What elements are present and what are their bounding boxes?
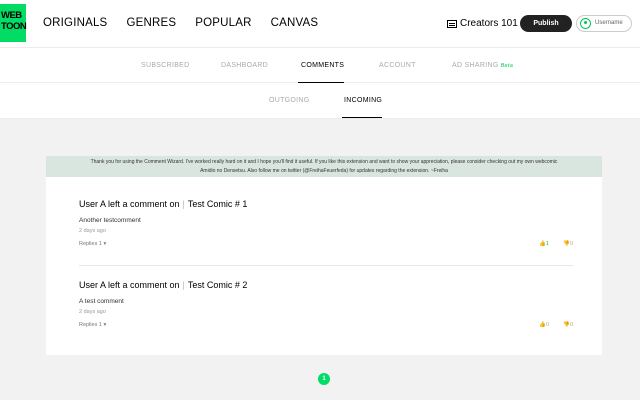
comments-subnav: OUTGOING INCOMING xyxy=(0,83,640,119)
beta-badge: Beta xyxy=(500,63,514,69)
tab-outgoing[interactable]: OUTGOING xyxy=(269,97,310,104)
notice-line1: Thank you for using the Comment Wizard. … xyxy=(90,159,558,165)
tab-comments[interactable]: COMMENTS xyxy=(301,62,344,69)
thumbs-up-icon: 👍 xyxy=(539,241,547,247)
vote-group: 👍1 👎0 xyxy=(539,241,573,247)
vote-group: 👍0 👎0 xyxy=(539,322,573,328)
user-menu-button[interactable]: Username xyxy=(576,15,632,32)
active-tab-underline xyxy=(342,117,382,118)
episode-link[interactable]: # 2 xyxy=(235,280,248,290)
top-navbar: WEB TOON ORIGINALS GENRES POPULAR CANVAS… xyxy=(0,0,640,47)
comment-header: User A left a comment on | Test Comic # 2 xyxy=(79,280,573,290)
like-count: 0 xyxy=(546,322,550,328)
tab-ad-sharing[interactable]: AD SHARING Beta xyxy=(452,62,513,69)
dislike-count: 0 xyxy=(569,322,573,328)
ad-sharing-label: AD SHARING xyxy=(452,62,499,69)
replies-toggle[interactable]: Replies 1 ▾ xyxy=(79,241,106,247)
thumbs-down-icon: 👎 xyxy=(563,241,570,247)
episode-link[interactable]: # 1 xyxy=(235,199,248,209)
webtoon-logo[interactable]: WEB TOON xyxy=(0,4,27,42)
comic-link[interactable]: Test Comic xyxy=(188,199,233,209)
comments-card: User A left a comment on | Test Comic # 1 … xyxy=(46,177,602,355)
creators-label: Creators 101 xyxy=(460,18,518,29)
comment-item: User A left a comment on | Test Comic # 2 … xyxy=(79,280,573,340)
user-icon xyxy=(580,18,591,29)
separator: | xyxy=(182,280,185,290)
tab-dashboard[interactable]: DASHBOARD xyxy=(221,62,268,69)
dashboard-subnav: SUBSCRIBED DASHBOARD COMMENTS ACCOUNT AD… xyxy=(0,47,640,83)
like-button[interactable]: 👍0 xyxy=(539,322,549,328)
dislike-count: 0 xyxy=(569,241,573,247)
separator: | xyxy=(182,199,185,209)
comment-time: 2 days ago xyxy=(79,228,106,234)
dislike-button[interactable]: 👎0 xyxy=(563,322,573,328)
comment-text: Another testcomment xyxy=(79,217,141,224)
nav-genres[interactable]: GENRES xyxy=(126,17,176,29)
tab-account[interactable]: ACCOUNT xyxy=(379,62,416,69)
book-icon xyxy=(447,19,457,28)
tab-subscribed[interactable]: SUBSCRIBED xyxy=(141,62,190,69)
like-button[interactable]: 👍1 xyxy=(539,241,549,247)
creators-101-link[interactable]: Creators 101 xyxy=(447,18,518,29)
pagination-page-1[interactable]: 1 xyxy=(318,373,330,385)
comment-divider xyxy=(79,265,573,266)
extension-notice: Thank you for using the Comment Wizard. … xyxy=(46,156,602,177)
nav-originals[interactable]: ORIGINALS xyxy=(43,17,107,29)
thumbs-down-icon: 👎 xyxy=(563,322,570,328)
thumbs-up-icon: 👍 xyxy=(539,322,547,328)
main-nav: ORIGINALS GENRES POPULAR CANVAS xyxy=(43,17,337,29)
comment-user: User A left a comment on xyxy=(79,199,180,209)
comic-link[interactable]: Test Comic xyxy=(188,280,233,290)
tab-incoming[interactable]: INCOMING xyxy=(344,97,382,104)
like-count: 1 xyxy=(546,241,550,247)
nav-popular[interactable]: POPULAR xyxy=(195,17,251,29)
nav-canvas[interactable]: CANVAS xyxy=(271,17,319,29)
logo-line1: WEB xyxy=(1,10,22,21)
publish-button[interactable]: Publish xyxy=(520,15,572,32)
notice-line2: Amidio no Densetsu. Also follow me on tw… xyxy=(200,168,448,174)
logo-line2: TOON xyxy=(1,21,27,32)
comment-text: A test comment xyxy=(79,298,124,305)
comment-user: User A left a comment on xyxy=(79,280,180,290)
comment-time: 2 days ago xyxy=(79,309,106,315)
comment-item: User A left a comment on | Test Comic # 1 … xyxy=(79,199,573,259)
dislike-button[interactable]: 👎0 xyxy=(563,241,573,247)
username-label: Username xyxy=(595,20,623,26)
comment-header: User A left a comment on | Test Comic # 1 xyxy=(79,199,573,209)
replies-toggle[interactable]: Replies 1 ▾ xyxy=(79,322,106,328)
